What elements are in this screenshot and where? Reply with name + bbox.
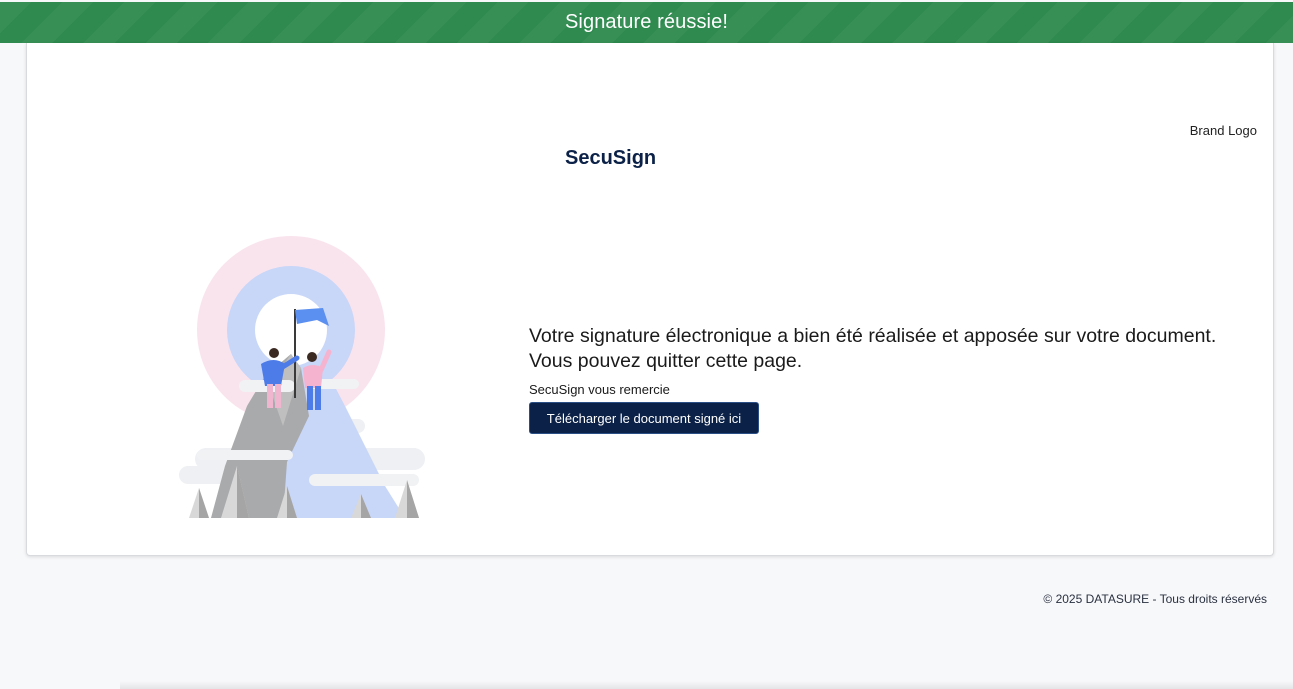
success-banner-text: Signature réussie! xyxy=(564,11,728,33)
confirmation-line-2: Vous pouvez quitter cette page. xyxy=(529,350,803,372)
confirmation-message: Votre signature électronique a bien été … xyxy=(529,324,1259,434)
success-illustration xyxy=(173,236,428,525)
main-card: Brand Logo SecuSign Votre signature élec… xyxy=(26,43,1274,556)
window-bottom-edge xyxy=(120,681,1293,689)
footer-copyright: © 2025 DATASURE - Tous droits réservés xyxy=(1043,592,1267,606)
mountain-summit-flag-icon xyxy=(179,236,425,525)
thanks-text: SecuSign vous remercie xyxy=(529,382,670,397)
download-signed-document-button[interactable]: Télécharger le document signé ici xyxy=(529,402,759,434)
brand-logo: Brand Logo xyxy=(1189,123,1257,138)
app-name-title: SecuSign xyxy=(565,147,657,169)
confirmation-line-1: Votre signature électronique a bien été … xyxy=(529,325,1217,347)
success-banner: Signature réussie! xyxy=(0,2,1293,43)
